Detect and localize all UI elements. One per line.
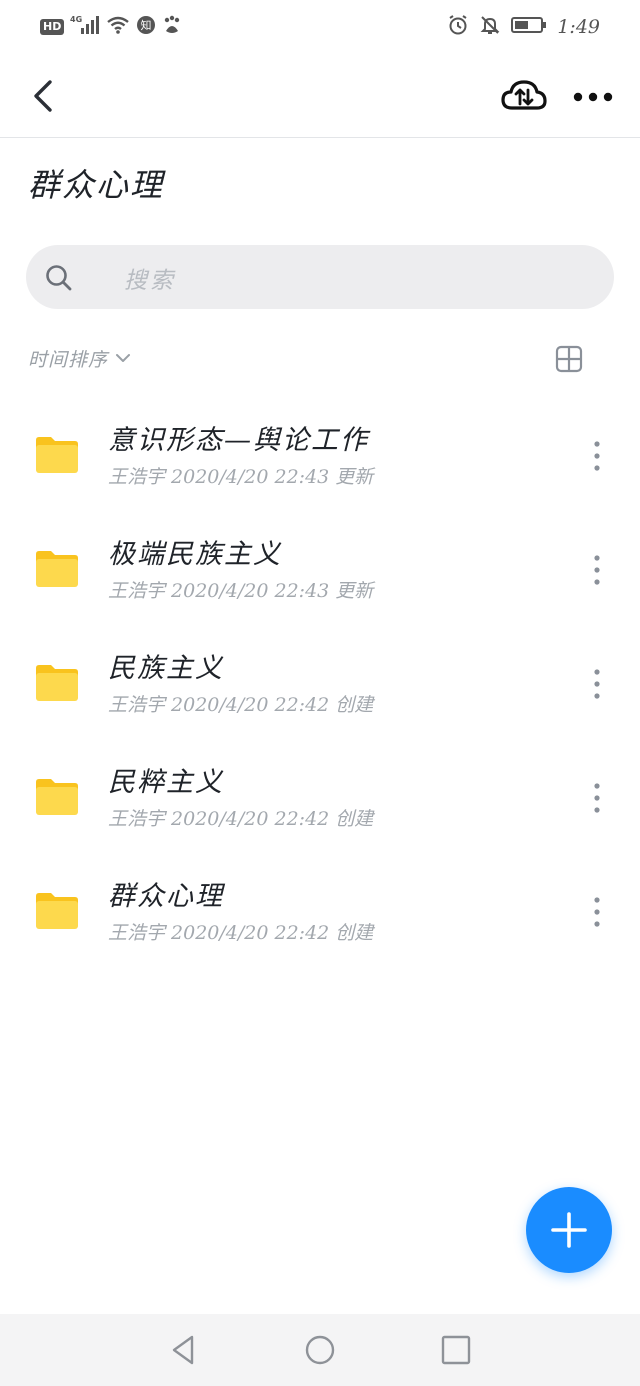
item-more-button[interactable]: [582, 664, 612, 704]
list-item[interactable]: 民粹主义 王浩宇 2020/4/20 22:42 创建: [0, 738, 640, 852]
status-left: HD 4G 知: [40, 14, 182, 40]
hd-badge: HD: [40, 19, 65, 35]
triangle-back-icon: [172, 1335, 194, 1365]
battery-icon: [511, 15, 547, 39]
list-item[interactable]: 极端民族主义 王浩宇 2020/4/20 22:43 更新: [0, 510, 640, 624]
app-notification-icon: 知: [136, 15, 156, 39]
file-name: 意识形态—舆论工作: [108, 425, 369, 456]
file-name: 民族主义: [108, 653, 224, 684]
cellular-signal-icon: 4G: [70, 14, 100, 40]
more-horizontal-icon: [573, 92, 613, 102]
more-vertical-icon: [594, 555, 600, 585]
sort-label: 时间排序: [28, 348, 109, 371]
file-meta: 王浩宇 2020/4/20 22:42 创建: [108, 694, 374, 716]
item-more-button[interactable]: [582, 778, 612, 818]
alarm-icon: [447, 14, 469, 40]
list-item[interactable]: 群众心理 王浩宇 2020/4/20 22:42 创建: [0, 852, 640, 966]
back-button[interactable]: [26, 76, 62, 116]
folder-icon: [36, 665, 78, 701]
search-placeholder: 搜索: [124, 268, 176, 294]
sort-dropdown[interactable]: 时间排序: [28, 344, 132, 372]
file-meta: 王浩宇 2020/4/20 22:43 更新: [108, 580, 374, 602]
app-bar: [0, 56, 640, 138]
more-options-button[interactable]: [568, 80, 618, 114]
status-bar: HD 4G 知 1:49: [0, 0, 640, 56]
status-time: 1:49: [557, 16, 600, 38]
file-name: 极端民族主义: [108, 539, 282, 570]
item-more-button[interactable]: [582, 550, 612, 590]
circle-home-icon: [305, 1335, 335, 1365]
nav-recents-button[interactable]: [438, 1332, 474, 1368]
list-item[interactable]: 意识形态—舆论工作 王浩宇 2020/4/20 22:43 更新: [0, 396, 640, 510]
file-meta: 王浩宇 2020/4/20 22:43 更新: [108, 466, 374, 488]
chevron-down-icon: [116, 354, 131, 362]
paw-icon: [162, 15, 182, 39]
file-name: 民粹主义: [108, 767, 224, 798]
chevron-left-icon: [34, 80, 52, 112]
add-button[interactable]: [526, 1187, 612, 1273]
wifi-icon: [106, 15, 130, 39]
folder-icon: [36, 551, 78, 587]
item-more-button[interactable]: [582, 436, 612, 476]
cloud-transfer-icon: [501, 80, 547, 110]
file-meta: 王浩宇 2020/4/20 22:42 创建: [108, 808, 374, 830]
more-vertical-icon: [594, 897, 600, 927]
search-icon: [46, 265, 72, 291]
plus-icon: [551, 1212, 587, 1248]
app-badge-label: 知: [141, 18, 152, 32]
page-title: 群众心理: [28, 166, 165, 204]
file-name: 群众心理: [108, 881, 224, 912]
folder-icon: [36, 893, 78, 929]
search-input[interactable]: 搜索: [26, 245, 614, 309]
cloud-transfer-button[interactable]: [500, 74, 548, 118]
file-list: 意识形态—舆论工作 王浩宇 2020/4/20 22:43 更新 极端民族主义 …: [0, 396, 640, 966]
nav-back-button[interactable]: [166, 1332, 202, 1368]
more-vertical-icon: [594, 783, 600, 813]
list-item[interactable]: 民族主义 王浩宇 2020/4/20 22:42 创建: [0, 624, 640, 738]
folder-icon: [36, 437, 78, 473]
more-vertical-icon: [594, 441, 600, 471]
nav-home-button[interactable]: [302, 1332, 338, 1368]
item-more-button[interactable]: [582, 892, 612, 932]
silent-bell-icon: [479, 14, 501, 40]
file-meta: 王浩宇 2020/4/20 22:42 创建: [108, 922, 374, 944]
screen: HD 4G 知 1:49 群众心理 搜索 时间排序 意识形态—舆论工作 王浩宇 …: [0, 0, 640, 1386]
system-nav-bar: [0, 1314, 640, 1386]
grid-view-button[interactable]: [554, 344, 584, 374]
network-type-label: 4G: [70, 15, 82, 24]
status-right: 1:49: [447, 14, 600, 40]
grid-view-icon: [555, 345, 583, 373]
folder-icon: [36, 779, 78, 815]
square-recents-icon: [441, 1335, 471, 1365]
more-vertical-icon: [594, 669, 600, 699]
